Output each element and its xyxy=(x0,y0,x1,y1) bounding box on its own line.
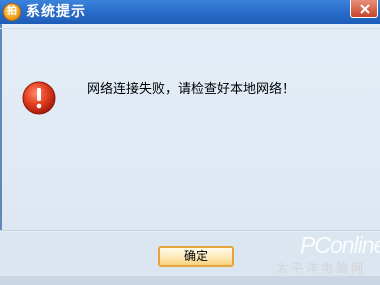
ok-button[interactable]: 确定 xyxy=(158,246,234,267)
error-message: 网络连接失败，请检查好本地网络！ xyxy=(87,82,296,97)
bottom-strip xyxy=(0,276,380,285)
close-button[interactable] xyxy=(350,0,378,18)
watermark-brand: PConline xyxy=(300,232,380,258)
window-title: 系统提示 xyxy=(26,4,86,20)
title-bar[interactable]: 拍 系统提示 xyxy=(0,0,380,24)
divider xyxy=(0,28,380,29)
dialog-body xyxy=(0,24,380,234)
close-icon xyxy=(360,4,370,14)
app-icon: 拍 xyxy=(3,3,21,21)
watermark-subtitle: 太平洋电脑网 xyxy=(276,261,367,275)
error-icon xyxy=(22,81,56,115)
